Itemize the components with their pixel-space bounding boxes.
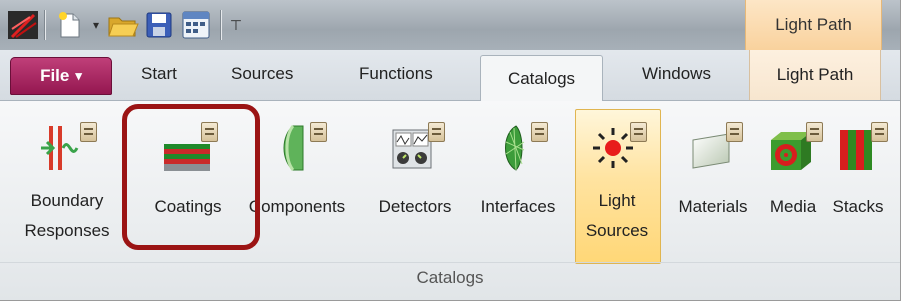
catalog-badge-icon	[80, 122, 97, 142]
application-window: ▾ ⊤ Light Path File ▾ Start Sources Func…	[0, 0, 901, 301]
tab-light-path-label: Light Path	[776, 65, 854, 84]
light-sources-icon	[585, 110, 649, 174]
detectors-label: Detectors	[378, 197, 452, 216]
boundary-responses-button[interactable]: Boundary Responses	[24, 110, 110, 246]
toolbar-separator	[220, 10, 222, 40]
catalog-badge-icon	[630, 122, 647, 142]
ribbon-group-label: Catalogs	[416, 268, 484, 287]
catalog-badge-icon	[428, 122, 445, 142]
tab-file-label: File	[40, 66, 70, 85]
tab-sources[interactable]: Sources	[231, 64, 293, 84]
boundary-responses-icon	[35, 110, 99, 174]
catalog-badge-icon	[310, 122, 327, 142]
tab-windows[interactable]: Windows	[642, 64, 711, 84]
light-sources-label-line2: Sources	[585, 221, 649, 240]
materials-icon	[681, 110, 745, 174]
light-sources-button[interactable]: Light Sources	[577, 110, 657, 246]
group-divider	[0, 262, 900, 263]
coatings-highlight-box	[122, 104, 260, 250]
catalog-badge-icon	[726, 122, 743, 142]
interfaces-button[interactable]: Interfaces	[472, 110, 564, 222]
stacks-button[interactable]: Stacks	[826, 110, 890, 222]
catalog-badge-icon	[871, 122, 888, 142]
media-button[interactable]: Media	[763, 110, 823, 222]
components-icon	[265, 110, 329, 174]
app-logo-icon[interactable]	[6, 8, 40, 42]
tab-catalogs[interactable]: Catalogs	[480, 55, 603, 102]
materials-label: Materials	[678, 197, 748, 216]
components-label: Components	[248, 197, 346, 216]
boundary-responses-label-line1: Boundary	[30, 191, 104, 210]
light-sources-label-line1: Light	[598, 191, 636, 210]
tab-start[interactable]: Start	[141, 64, 177, 84]
new-document-icon[interactable]	[56, 8, 84, 42]
chevron-down-icon: ▾	[75, 68, 82, 83]
tab-file[interactable]: File ▾	[10, 57, 112, 95]
catalog-badge-icon	[531, 122, 548, 142]
quick-access-toolbar: ▾ ⊤ Light Path	[0, 0, 900, 50]
toolbar-separator	[44, 10, 46, 40]
tab-light-path[interactable]: Light Path	[749, 50, 881, 100]
calendar-icon[interactable]	[180, 8, 212, 42]
media-label: Media	[769, 197, 817, 216]
tab-functions[interactable]: Functions	[359, 64, 433, 84]
interfaces-label: Interfaces	[480, 197, 556, 216]
media-icon	[761, 110, 825, 174]
stacks-icon	[826, 110, 890, 174]
dropdown-arrow-icon[interactable]: ▾	[88, 8, 104, 42]
catalog-badge-icon	[806, 122, 823, 142]
interfaces-icon	[486, 110, 550, 174]
customize-toolbar-icon[interactable]: ⊤	[228, 8, 244, 42]
context-header-light-path: Light Path	[745, 0, 882, 50]
boundary-responses-label-line2: Responses	[24, 221, 110, 240]
save-icon[interactable]	[144, 8, 174, 42]
detectors-button[interactable]: Detectors	[368, 110, 462, 222]
stacks-label: Stacks	[832, 197, 884, 216]
materials-button[interactable]: Materials	[666, 110, 760, 222]
open-folder-icon[interactable]	[106, 8, 140, 42]
detectors-icon	[383, 110, 447, 174]
